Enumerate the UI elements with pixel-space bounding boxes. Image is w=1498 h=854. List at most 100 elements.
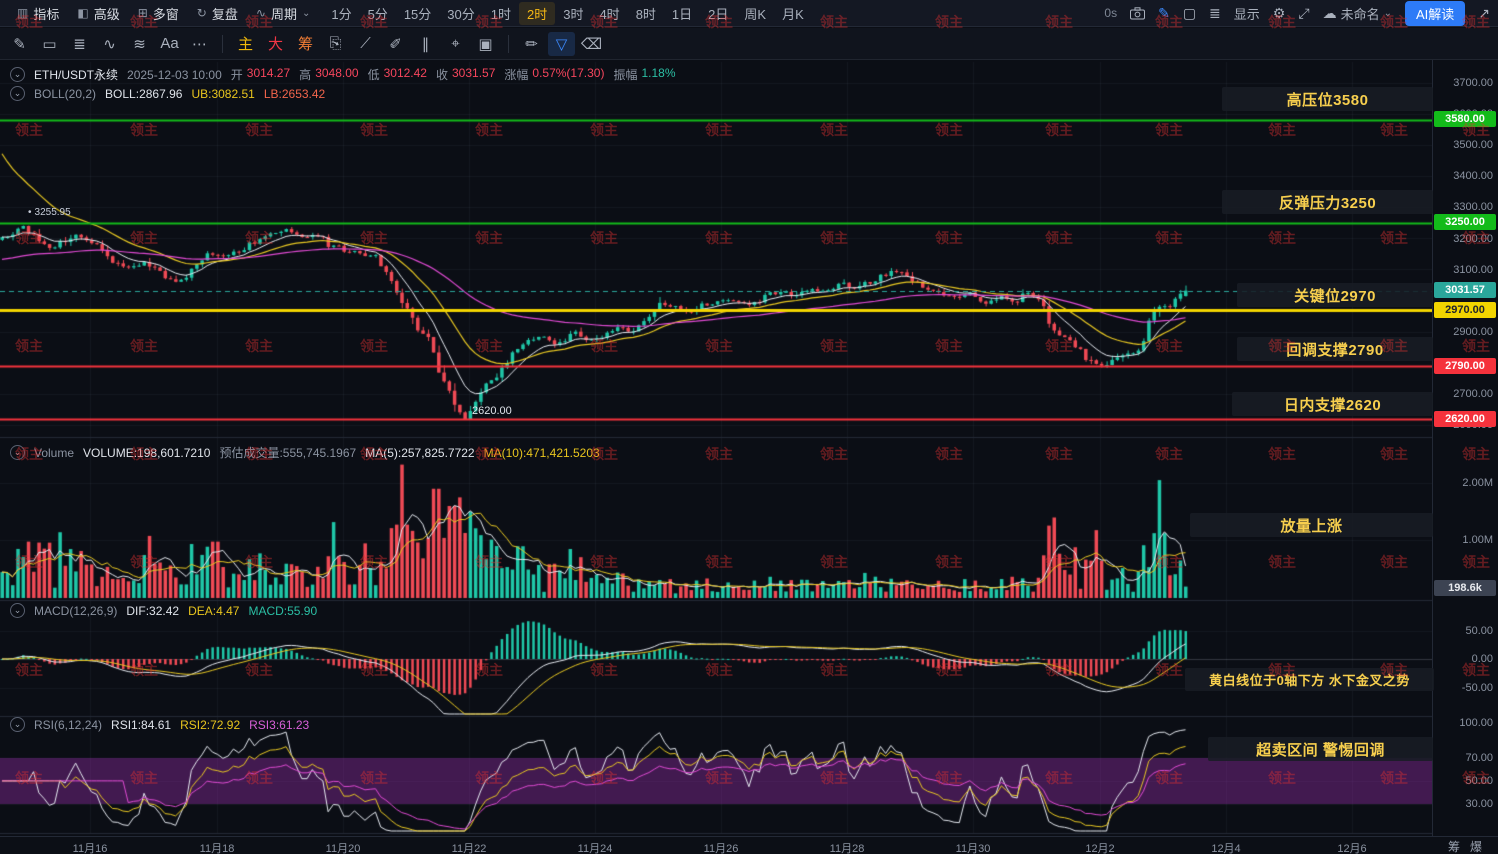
y-axis-label: 3400.00 [1453,170,1493,182]
fullscreen-icon[interactable]: ⤢ [1298,5,1309,22]
boll-title[interactable]: BOLL(20,2) [34,87,96,101]
chart-annotation[interactable]: 关键位2970 [1237,283,1433,307]
settings-gear-icon[interactable]: ⚙ [1273,5,1286,22]
pen-icon[interactable]: ✐ [382,32,409,56]
volume-title[interactable]: Volume [34,446,74,460]
time-axis[interactable]: 11月1611月1811月2011月2211月2411月2611月2811月30… [0,836,1432,854]
timeframe-2日[interactable]: 2日 [700,2,736,25]
cloud-icon: ☁ [1323,5,1337,22]
timeframe-3时[interactable]: 3时 [555,2,591,25]
target-icon[interactable]: ⌖ [442,32,469,56]
camera-icon[interactable] [1130,7,1145,20]
collapse-icon[interactable]: ⌄ [10,603,25,618]
corner-tool-筹[interactable]: 筹 [1448,838,1460,854]
timeframe-1日[interactable]: 1日 [664,2,700,25]
x-axis-label: 12月4 [1211,840,1240,854]
timeframe-30分[interactable]: 30分 [439,2,482,25]
ai-analysis-button[interactable]: AI解读 [1405,1,1465,26]
period-label: 周期 [271,4,297,23]
lines-icon[interactable]: ≣ [66,32,93,56]
marker-icon[interactable]: ✏ [518,32,545,56]
low-label: 低 [368,66,380,83]
menu-group: ▥指标◧高级⊞多窗↻复盘 [8,4,247,23]
watchlist-icon[interactable]: ≣ [1209,5,1221,22]
timeframe-5分[interactable]: 5分 [360,2,396,25]
volume-profile-icon[interactable]: ∥ [412,32,439,56]
x-axis-label: 11月16 [73,840,108,854]
price-alert-marker[interactable]: • 3255.95 [28,207,71,218]
timeframe-周K[interactable]: 周K [736,2,774,25]
period-menu[interactable]: ∿ 周期 ⌄ [247,4,319,23]
filter-icon[interactable]: ▽ [548,32,575,56]
layout-name-menu[interactable]: ☁ 未命名 ⌄ [1323,4,1392,23]
top-toolbar: ▥指标◧高级⊞多窗↻复盘 ∿ 周期 ⌄ 1分5分15分30分1时2时3时4时8时… [0,0,1498,27]
collapse-icon[interactable]: ⌄ [10,717,25,732]
edit-pencil-icon[interactable]: ✎ [1158,5,1170,22]
more-icon[interactable]: ⋯ [186,32,213,56]
timeframe-group: 1分5分15分30分1时2时3时4时8时1日2日周K月K [323,2,811,25]
menu-label: 高级 [94,4,120,23]
brush-icon[interactable]: ✎ [6,32,33,56]
boll-legend: ⌄ BOLL(20,2) BOLL:2867.96 UB:3082.51 LB:… [10,86,325,101]
collapse-icon[interactable]: ⌄ [10,67,25,82]
x-axis-label: 11月18 [200,840,235,854]
menu-label: 指标 [33,4,59,23]
ruler-icon[interactable]: ⟋ [352,32,379,56]
chart-annotation[interactable]: 回调支撑2790 [1237,337,1433,361]
share-icon[interactable]: ↗ [1478,5,1490,22]
template-chou[interactable]: 筹 [292,32,319,56]
price-axis[interactable]: 3700.003600.003500.003400.003300.003200.… [1432,60,1498,836]
timeframe-4时[interactable]: 4时 [591,2,627,25]
menu-advanced[interactable]: ◧高级 [68,4,128,23]
macd-dea-value: DEA:4.47 [188,604,239,618]
timeframe-1分[interactable]: 1分 [323,2,359,25]
channel-icon[interactable]: ≋ [126,32,153,56]
trash-icon[interactable]: ⌫ [578,32,605,56]
chart-annotation[interactable]: 放量上涨 [1190,513,1433,537]
collapse-icon[interactable]: ⌄ [10,86,25,101]
timeframe-1时[interactable]: 1时 [483,2,519,25]
collapse-icon[interactable]: ⌄ [10,445,25,460]
x-axis-label: 11月30 [956,840,991,854]
board-icon[interactable]: ▣ [472,32,499,56]
chart-annotation[interactable]: 黄白线位于0轴下方 水下金叉之势 [1185,668,1434,691]
wave-icon[interactable]: ∿ [96,32,123,56]
corner-tool-爆[interactable]: 爆 [1470,838,1482,854]
corner-tools: 筹爆 [1432,836,1498,854]
chart-annotation[interactable]: 反弹压力3250 [1222,190,1433,214]
menu-replay[interactable]: ↻复盘 [188,4,247,23]
price-tag: 3250.00 [1434,214,1496,230]
symbol-name[interactable]: ETH/USDT永续 [34,66,118,83]
menu-multiwindow[interactable]: ⊞多窗 [129,4,188,23]
boll-mid-value: BOLL:2867.96 [105,87,182,101]
text-icon[interactable]: Aa [156,32,183,56]
timeframe-月K[interactable]: 月K [774,2,812,25]
copy-icon[interactable]: ⎘ [322,32,349,56]
template-zhu[interactable]: 主 [232,32,259,56]
price-tag: 2790.00 [1434,358,1496,374]
timeframe-2时[interactable]: 2时 [519,2,555,25]
open-label: 开 [231,66,243,83]
timeframe-8时[interactable]: 8时 [628,2,664,25]
y-axis-label: 2700.00 [1453,388,1493,400]
rectangle-icon[interactable]: ▭ [36,32,63,56]
high-value: 3048.00 [315,66,358,83]
change-value: 0.57%(17.30) [532,66,604,83]
toolbar-separator [508,35,509,53]
template-da[interactable]: 大 [262,32,289,56]
chart-annotation[interactable]: 日内支撑2620 [1232,392,1433,416]
y-axis-label: 0.00 [1472,653,1493,665]
replay-icon: ↻ [197,6,207,20]
open-value: 3014.27 [247,66,290,83]
layout-name: 未命名 [1341,4,1380,23]
period-icon: ∿ [256,6,266,20]
layout-icon[interactable]: ▢ [1183,5,1196,22]
timeframe-15分[interactable]: 15分 [396,2,439,25]
macd-title[interactable]: MACD(12,26,9) [34,604,117,618]
rsi-title[interactable]: RSI(6,12,24) [34,718,102,732]
display-menu[interactable]: 显示 [1234,4,1260,23]
menu-indicators[interactable]: ▥指标 [8,4,68,23]
chart-annotation[interactable]: 高压位3580 [1222,87,1433,111]
close-value: 3031.57 [452,66,495,83]
chart-annotation[interactable]: 超卖区间 警惕回调 [1208,737,1433,761]
